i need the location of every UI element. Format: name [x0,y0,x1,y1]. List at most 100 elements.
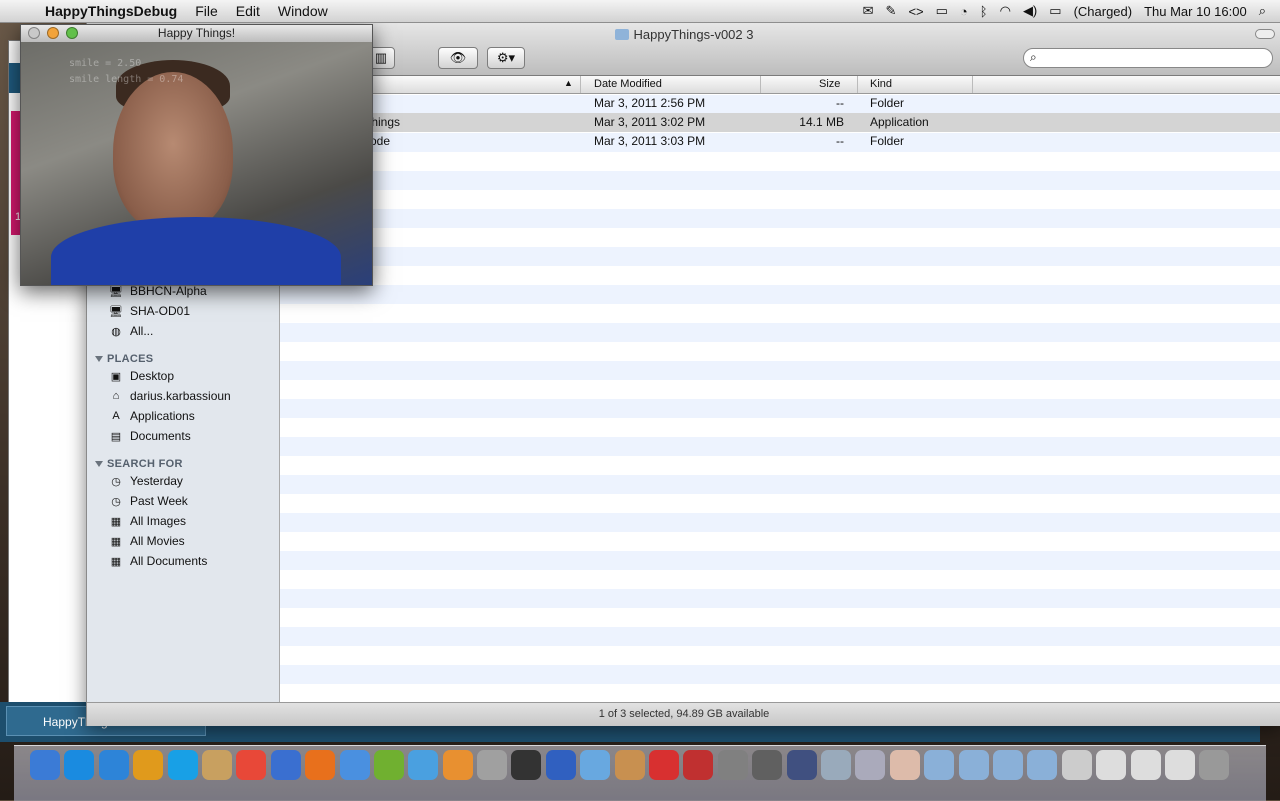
sidebar-item-all-movies[interactable]: ▦ All Movies [109,532,185,550]
smart-folder-icon: ▦ [110,555,122,568]
dock-app-icon[interactable] [717,750,748,780]
dock-app-icon[interactable] [855,750,886,780]
dock-app-icon[interactable] [752,750,783,780]
sidebar-item-all-shared[interactable]: ◍ All... [109,322,153,340]
smart-folder-icon: ▦ [110,535,122,548]
dock-app-icon[interactable] [511,750,542,780]
volume-icon[interactable]: ◀) [1023,3,1037,19]
dock-app-icon[interactable] [1130,750,1161,780]
dock-app-icon[interactable] [236,750,267,780]
coverflow-icon: ▥ [374,50,388,65]
places-section-header[interactable]: PLACES [95,353,153,365]
sort-ascending-icon: ▲ [564,78,573,88]
dock-app-icon[interactable] [992,750,1023,780]
dock-app-icon[interactable] [1027,750,1058,780]
happy-things-window[interactable]: Happy Things! smile = 2.50 smile length … [20,24,373,286]
battery-icon[interactable]: ▭ [1049,3,1061,19]
sidebar-item-sha-od01[interactable]: 🖥 SHA-OD01 [109,302,190,320]
list-header: ▲ Date Modified Size Kind [280,76,1280,94]
sidebar-item-documents[interactable]: ▤ Documents [109,427,191,445]
wifi-icon[interactable]: ◠ [1000,3,1011,19]
dock-app-icon[interactable] [408,750,439,780]
sidebar-item-applications[interactable]: A Applications [109,407,194,425]
computer-icon: 🖥 [109,305,123,318]
dock-app-icon[interactable] [201,750,232,780]
column-size[interactable]: Size [819,78,840,90]
dock-app-icon[interactable] [1061,750,1092,780]
column-separator [760,76,761,93]
dock-app-icon[interactable] [339,750,370,780]
overlay-smile-text: smile = 2.50 [69,58,142,69]
dock-app-icon[interactable] [64,750,95,780]
dock-app-icon[interactable] [30,750,60,780]
toolbar-toggle-button[interactable] [1255,29,1275,39]
dock-app-icon[interactable] [1096,750,1127,780]
dock-app-icon[interactable] [98,750,129,780]
display-icon[interactable]: ▭ [936,3,948,19]
column-date-modified[interactable]: Date Modified [594,78,662,90]
dock-icons [30,750,1234,780]
sidebar-item-all-documents[interactable]: ▦ All Documents [109,552,208,570]
time-machine-icon[interactable]: ◔ [960,4,968,19]
column-kind[interactable]: Kind [870,78,892,90]
folder-icon [614,29,629,40]
dock-app-icon[interactable] [924,750,955,780]
dock-app-icon[interactable] [820,750,851,780]
dock-app-icon[interactable] [270,750,301,780]
dock-app-icon[interactable] [580,750,611,780]
dock-app-icon[interactable] [1199,750,1230,780]
sidebar-item-yesterday[interactable]: ◷ Yesterday [109,472,183,490]
file-size: -- [836,96,844,110]
clock[interactable]: Thu Mar 10 16:00 [1144,4,1247,19]
zoom-button[interactable] [66,27,78,39]
file-size: 14.1 MB [799,115,844,129]
minimize-button[interactable] [47,27,59,39]
table-row[interactable]: Things Mar 3, 2011 3:02 PM 14.1 MB Applicat… [280,113,1280,132]
quick-look-button[interactable]: 👁 [438,47,478,69]
sidebar-item-all-images[interactable]: ▦ All Images [109,512,186,530]
dock-app-icon[interactable] [786,750,817,780]
dock-app-icon[interactable] [442,750,473,780]
dock-app-icon[interactable] [649,750,680,780]
search-input[interactable]: ⌕ [1023,48,1273,68]
status-bar: 1 of 3 selected, 94.89 GB available [87,702,1280,726]
sync-icon[interactable]: ✉ [863,3,874,19]
bluetooth-icon[interactable]: ᛒ [980,4,988,19]
desktop-icon: ▣ [110,370,122,383]
menu-edit[interactable]: Edit [227,3,269,19]
dock-app-icon[interactable] [545,750,576,780]
code-icon[interactable]: <> [908,4,923,19]
dock-app-icon[interactable] [889,750,920,780]
webcam-subject-shirt [51,217,341,285]
home-icon: ⌂ [112,390,120,402]
menu-window[interactable]: Window [269,3,337,19]
sidebar-item-home[interactable]: ⌂ darius.karbassioun [109,387,231,405]
menu-file[interactable]: File [186,3,227,19]
dock-app-icon[interactable] [614,750,645,780]
document-icon: ▤ [110,430,122,443]
sidebar-item-past-week[interactable]: ◷ Past Week [109,492,188,510]
disclosure-triangle-icon [95,461,103,467]
table-row[interactable]: Mar 3, 2011 2:56 PM -- Folder [280,94,1280,113]
dock-app-icon[interactable] [477,750,508,780]
file-list[interactable]: ▲ Date Modified Size Kind Mar 3, 2011 2:… [280,76,1280,702]
dock-app-icon[interactable] [133,750,164,780]
dock-app-icon[interactable] [958,750,989,780]
dock-app-icon[interactable] [683,750,714,780]
spotlight-icon[interactable]: ⌕ [1259,3,1266,19]
dock-app-icon[interactable] [373,750,404,780]
file-kind: Folder [870,96,905,110]
sidebar-item-desktop[interactable]: ▣ Desktop [109,367,174,385]
script-icon[interactable]: ✎ [886,3,897,19]
dock-app-icon[interactable] [1164,750,1195,780]
menu-app-name[interactable]: HappyThingsDebug [36,3,186,19]
column-separator [580,76,581,93]
dock-app-icon[interactable] [167,750,198,780]
table-row[interactable]: code Mar 3, 2011 3:03 PM -- Folder [280,132,1280,151]
dock-app-icon[interactable] [305,750,336,780]
battery-status[interactable]: (Charged) [1074,4,1133,19]
overlay-smile-length-text: smile length = 0.74 [69,74,184,85]
close-button[interactable] [28,27,40,39]
action-menu-button[interactable]: ⚙▾ [487,47,525,69]
search-for-section-header[interactable]: SEARCH FOR [95,458,183,470]
